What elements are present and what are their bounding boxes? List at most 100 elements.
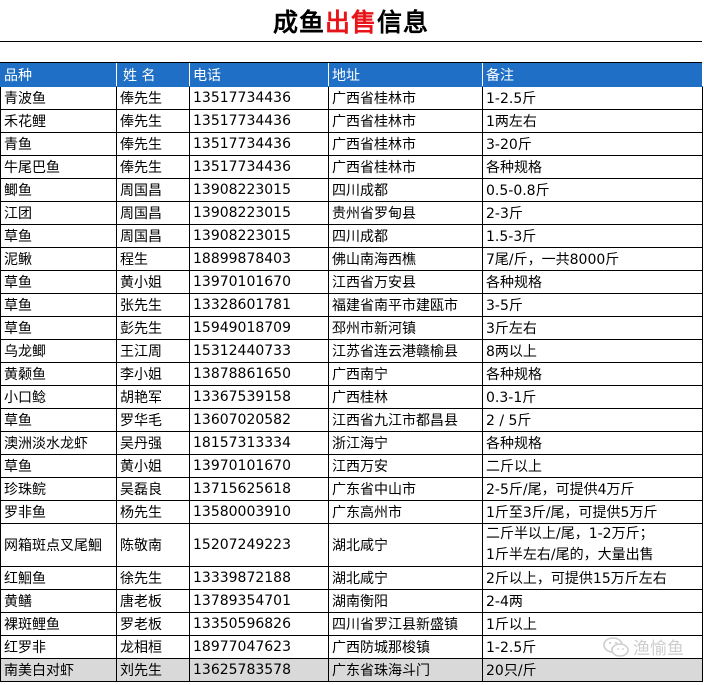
notes-cell: 20只/斤 — [482, 658, 703, 682]
variety-cell: 牛尾巴鱼 — [0, 155, 117, 179]
variety-cell: 黄颡鱼 — [0, 362, 117, 386]
table-row: 草鱼 张先生 13328601781 福建省南平市建瓯市 3-5斤 — [0, 293, 703, 317]
column-header-address: 地址 — [328, 63, 483, 87]
name-cell: 俸先生 — [116, 86, 190, 110]
table-row: 青鱼 俸先生 13517734436 广西省桂林市 3-20斤 — [0, 132, 703, 156]
spreadsheet: 成鱼 出售 信息 品种 姓 名 电话 地址 备注 青波鱼 俸先生 13517734436… — [0, 0, 703, 682]
notes-cell: 3斤左右 — [482, 316, 703, 340]
phone-cell: 13367539158 — [189, 385, 329, 409]
name-cell: 李小姐 — [116, 362, 190, 386]
variety-cell: 青鱼 — [0, 132, 117, 156]
phone-cell: 13328601781 — [189, 293, 329, 317]
variety-cell: 草鱼 — [0, 224, 117, 248]
fish-sale-table: 品种 姓 名 电话 地址 备注 青波鱼 俸先生 13517734436 广西省桂林市 1… — [0, 63, 703, 682]
variety-cell: 乌龙鲫 — [0, 339, 117, 363]
notes-cell: 1-2.5斤 — [482, 86, 703, 110]
variety-cell: 草鱼 — [0, 293, 117, 317]
blank-row — [0, 42, 702, 63]
notes-cell: 各种规格 — [482, 362, 703, 386]
phone-cell: 15949018709 — [189, 316, 329, 340]
notes-cell: 0.5-0.8斤 — [482, 178, 703, 202]
address-cell: 广西省桂林市 — [328, 155, 483, 179]
phone-cell: 15207249223 — [189, 523, 329, 567]
notes-cell: 1.5-3斤 — [482, 224, 703, 248]
address-cell: 广西省桂林市 — [328, 109, 483, 133]
phone-cell: 13607020582 — [189, 408, 329, 432]
phone-cell: 13878861650 — [189, 362, 329, 386]
address-cell: 浙江海宁 — [328, 431, 483, 455]
variety-cell: 鲫鱼 — [0, 178, 117, 202]
name-cell: 程生 — [116, 247, 190, 271]
column-header-phone: 电话 — [189, 63, 329, 87]
table-row: 黄鳝 唐老板 13789354701 湖南衡阳 2-4两 — [0, 589, 703, 613]
title-part-2: 出售 — [324, 7, 377, 37]
column-header-notes: 备注 — [482, 63, 703, 87]
title-part-1: 成鱼 — [272, 7, 325, 37]
notes-cell: 1两左右 — [482, 109, 703, 133]
notes-cell: 2-3斤 — [482, 201, 703, 225]
variety-cell: 网箱斑点叉尾鮰 — [0, 523, 117, 567]
table-row: 草鱼 黄小姐 13970101670 江西省万安县 各种规格 — [0, 270, 703, 294]
header-row: 品种 姓 名 电话 地址 备注 — [0, 63, 703, 87]
address-cell: 江苏省连云港赣榆县 — [328, 339, 483, 363]
table-row: 南美白对虾 刘先生 13625783578 广东省珠海斗门 20只/斤 — [0, 658, 703, 682]
address-cell: 湖南衡阳 — [328, 589, 483, 613]
variety-cell: 珍珠鲩 — [0, 477, 117, 501]
address-cell: 广西南宁 — [328, 362, 483, 386]
variety-cell: 泥鳅 — [0, 247, 117, 271]
page-title: 成鱼 出售 信息 — [0, 0, 702, 42]
phone-cell: 13908223015 — [189, 178, 329, 202]
variety-cell: 禾花鲤 — [0, 109, 117, 133]
name-cell: 罗老板 — [116, 612, 190, 636]
table-row: 青波鱼 俸先生 13517734436 广西省桂林市 1-2.5斤 — [0, 86, 703, 110]
notes-cell: 3-5斤 — [482, 293, 703, 317]
phone-cell: 15312440733 — [189, 339, 329, 363]
variety-cell: 黄鳝 — [0, 589, 117, 613]
variety-cell: 罗非鱼 — [0, 500, 117, 524]
table-row: 泥鳅 程生 18899878403 佛山南海西樵 7尾/斤，一共8000斤 — [0, 247, 703, 271]
notes-cell: 1斤以上 — [482, 612, 703, 636]
column-header-name: 姓 名 — [116, 63, 190, 87]
address-cell: 福建省南平市建瓯市 — [328, 293, 483, 317]
table-row: 小口鲶 胡艳军 13367539158 广西桂林 0.3-1斤 — [0, 385, 703, 409]
name-cell: 周国昌 — [116, 201, 190, 225]
name-cell: 张先生 — [116, 293, 190, 317]
name-cell: 徐先生 — [116, 566, 190, 590]
address-cell: 广西防城那梭镇 — [328, 635, 483, 659]
notes-cell: 各种规格 — [482, 155, 703, 179]
notes-cell: 二斤以上 — [482, 454, 703, 478]
notes-cell: 各种规格 — [482, 270, 703, 294]
phone-cell: 13517734436 — [189, 132, 329, 156]
variety-cell: 草鱼 — [0, 408, 117, 432]
variety-cell: 草鱼 — [0, 454, 117, 478]
address-cell: 广东省中山市 — [328, 477, 483, 501]
table-row: 草鱼 周国昌 13908223015 四川成都 1.5-3斤 — [0, 224, 703, 248]
name-cell: 罗华毛 — [116, 408, 190, 432]
notes-cell: 8两以上 — [482, 339, 703, 363]
address-cell: 湖北咸宁 — [328, 523, 483, 567]
name-cell: 彭先生 — [116, 316, 190, 340]
address-cell: 四川成都 — [328, 178, 483, 202]
address-cell: 四川成都 — [328, 224, 483, 248]
address-cell: 江西省万安县 — [328, 270, 483, 294]
table-row: 网箱斑点叉尾鮰 陈敬南 15207249223 湖北咸宁 二斤半以上/尾，1-2万斤； … — [0, 523, 703, 567]
name-cell: 陈敬南 — [116, 523, 190, 567]
table-row: 江团 周国昌 13908223015 贵州省罗甸县 2-3斤 — [0, 201, 703, 225]
phone-cell: 13970101670 — [189, 270, 329, 294]
notes-cell: 2-5斤/尾，可提供4万斤 — [482, 477, 703, 501]
name-cell: 龙相桓 — [116, 635, 190, 659]
table-row: 草鱼 罗华毛 13607020582 江西省九江市都昌县 2 / 5斤 — [0, 408, 703, 432]
notes-cell: 7尾/斤，一共8000斤 — [482, 247, 703, 271]
variety-cell: 小口鲶 — [0, 385, 117, 409]
variety-cell: 裸斑鲤鱼 — [0, 612, 117, 636]
table-row: 裸斑鲤鱼 罗老板 13350596826 四川省罗江县新盛镇 1斤以上 — [0, 612, 703, 636]
name-cell: 俸先生 — [116, 109, 190, 133]
notes-cell: 1斤至3斤/尾，可提供5万斤 — [482, 500, 703, 524]
notes-cell: 二斤半以上/尾，1-2万斤； 1斤半左右/尾的，大量出售 — [482, 523, 703, 567]
name-cell: 黄小姐 — [116, 454, 190, 478]
phone-cell: 13517734436 — [189, 109, 329, 133]
table-row: 牛尾巴鱼 俸先生 13517734436 广西省桂林市 各种规格 — [0, 155, 703, 179]
address-cell: 四川省罗江县新盛镇 — [328, 612, 483, 636]
variety-cell: 南美白对虾 — [0, 658, 117, 682]
title-part-3: 信息 — [377, 7, 430, 37]
